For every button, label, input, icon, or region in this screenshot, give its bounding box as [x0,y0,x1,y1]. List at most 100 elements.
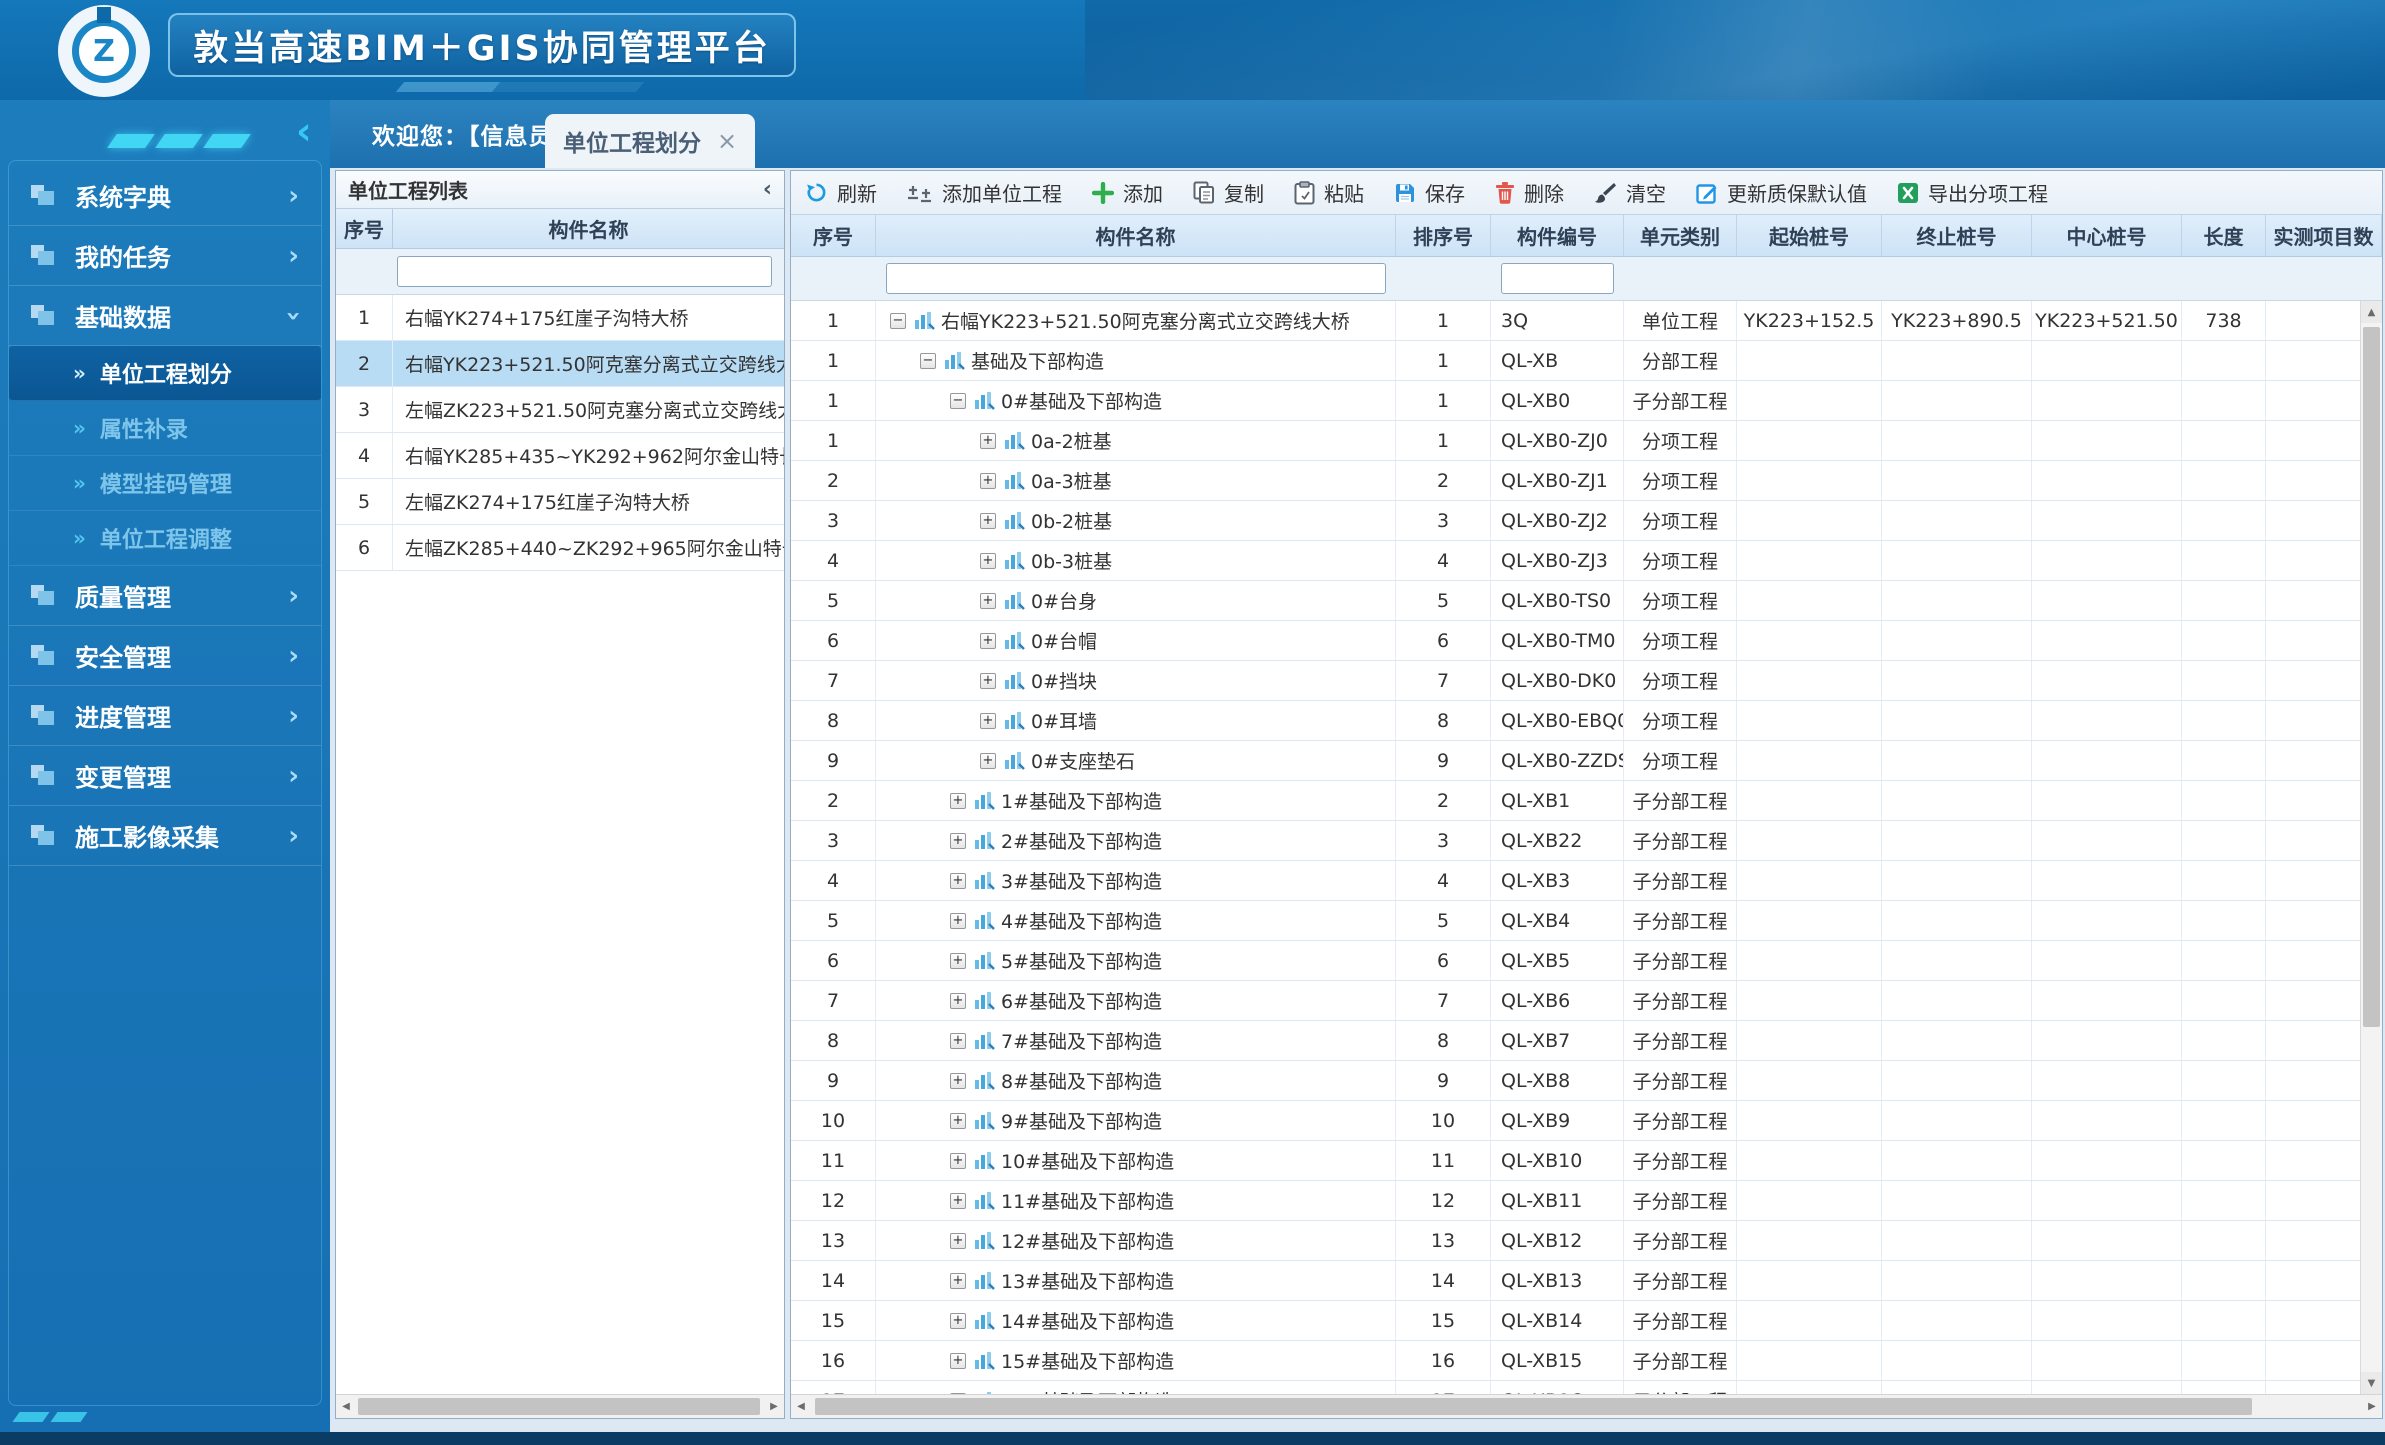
collapse-node-icon[interactable]: − [920,353,936,369]
tree-table-row[interactable]: 13+12#基础及下部构造13QL-XB12子分部工程 [791,1221,2382,1261]
sidebar-item-4[interactable]: 安全管理› [9,626,321,686]
sidebar-subitem-2-3[interactable]: »单位工程调整 [9,511,321,566]
tree-col-header-4[interactable]: 单元类别 [1624,215,1737,256]
expand-node-icon[interactable]: + [950,873,966,889]
tree-table-row[interactable]: 5+4#基础及下部构造5QL-XB4子分部工程 [791,901,2382,941]
tree-table-row[interactable]: 3+2#基础及下部构造3QL-XB22子分部工程 [791,821,2382,861]
tree-table-row[interactable]: 8+7#基础及下部构造8QL-XB7子分部工程 [791,1021,2382,1061]
vscroll-thumb[interactable] [2363,327,2380,1027]
tree-table-vscrollbar[interactable]: ▲ ▼ [2360,301,2382,1394]
collapse-node-icon[interactable]: − [950,393,966,409]
sidebar-subitem-2-2[interactable]: »模型挂码管理 [9,456,321,511]
expand-node-icon[interactable]: + [950,913,966,929]
toolbar-button-6[interactable]: 删除 [1495,178,1564,207]
tree-table-row[interactable]: 15+14#基础及下部构造15QL-XB14子分部工程 [791,1301,2382,1341]
toolbar-button-2[interactable]: 添加 [1092,178,1163,207]
toolbar-button-9[interactable]: 导出分项工程 [1897,178,2048,207]
sidebar-item-1[interactable]: 我的任务› [9,226,321,286]
expand-node-icon[interactable]: + [980,753,996,769]
tree-table-row[interactable]: 2+1#基础及下部构造2QL-XB1子分部工程 [791,781,2382,821]
tree-table-row[interactable]: 4+0b-3桩基4QL-XB0-ZJ3分项工程 [791,541,2382,581]
collapse-node-icon[interactable]: − [890,313,906,329]
expand-node-icon[interactable]: + [950,993,966,1009]
scroll-right-icon[interactable]: ▶ [764,1395,784,1418]
sidebar-item-7[interactable]: 施工影像采集› [9,806,321,866]
expand-node-icon[interactable]: + [950,1273,966,1289]
toolbar-button-5[interactable]: 保存 [1394,178,1465,207]
expand-node-icon[interactable]: + [980,633,996,649]
toolbar-button-0[interactable]: 刷新 [805,178,877,207]
sidebar-subitem-2-0[interactable]: »单位工程划分 [9,346,321,401]
hscroll-thumb[interactable] [358,1398,760,1415]
tree-col-header-6[interactable]: 终止桩号 [1882,215,2032,256]
scroll-down-icon[interactable]: ▼ [2361,1372,2382,1394]
sidebar-item-2[interactable]: 基础数据› [9,286,321,346]
toolbar-button-4[interactable]: 粘贴 [1294,178,1364,207]
tree-table-row[interactable]: 1−0#基础及下部构造1QL-XB0子分部工程 [791,381,2382,421]
unit-name-filter-input[interactable] [397,256,772,287]
sidebar-item-5[interactable]: 进度管理› [9,686,321,746]
toolbar-button-1[interactable]: 添加单位工程 [907,178,1062,207]
sidebar-item-6[interactable]: 变更管理› [9,746,321,806]
expand-node-icon[interactable]: + [950,953,966,969]
scroll-left-icon[interactable]: ◀ [336,1395,356,1418]
scroll-up-icon[interactable]: ▲ [2361,301,2382,323]
expand-node-icon[interactable]: + [980,473,996,489]
expand-node-icon[interactable]: + [950,833,966,849]
tree-table-row[interactable]: 4+3#基础及下部构造4QL-XB3子分部工程 [791,861,2382,901]
sidebar-collapse-icon[interactable]: ‹ [296,112,312,150]
panel-collapse-icon[interactable]: ‹ [763,177,772,202]
expand-node-icon[interactable]: + [980,713,996,729]
expand-node-icon[interactable]: + [980,553,996,569]
tree-code-filter-input[interactable] [1501,263,1614,294]
toolbar-button-8[interactable]: 更新质保默认值 [1696,178,1867,207]
expand-node-icon[interactable]: + [950,1073,966,1089]
tree-col-header-1[interactable]: 构件名称 [876,215,1396,256]
unit-list-row[interactable]: 4右幅YK285+435~YK292+962阿尔金山特长隧道 [336,433,784,479]
unit-list-row[interactable]: 2右幅YK223+521.50阿克塞分离式立交跨线大桥 [336,341,784,387]
tree-table-row[interactable]: 7+0#挡块7QL-XB0-DK0分项工程 [791,661,2382,701]
tree-table-row[interactable]: 16+15#基础及下部构造16QL-XB15子分部工程 [791,1341,2382,1381]
tree-table-row[interactable]: 8+0#耳墙8QL-XB0-EBQ0分项工程 [791,701,2382,741]
toolbar-button-3[interactable]: 复制 [1193,178,1264,207]
tab-unit-project-division[interactable]: 单位工程划分 × [545,114,755,168]
tab-close-icon[interactable]: × [717,129,737,153]
unit-list-row[interactable]: 1右幅YK274+175红崖子沟特大桥 [336,295,784,341]
tree-table-row[interactable]: 6+0#台帽6QL-XB0-TM0分项工程 [791,621,2382,661]
expand-node-icon[interactable]: + [950,1233,966,1249]
expand-node-icon[interactable]: + [950,1033,966,1049]
unit-list-hscrollbar[interactable]: ◀ ▶ [336,1394,784,1418]
tree-col-header-3[interactable]: 构件编号 [1491,215,1624,256]
expand-node-icon[interactable]: + [950,1313,966,1329]
tree-table-row[interactable]: 14+13#基础及下部构造14QL-XB13子分部工程 [791,1261,2382,1301]
tree-table-row[interactable]: 9+8#基础及下部构造9QL-XB8子分部工程 [791,1061,2382,1101]
tree-table-row[interactable]: 5+0#台身5QL-XB0-TS0分项工程 [791,581,2382,621]
sidebar-item-3[interactable]: 质量管理› [9,566,321,626]
scroll-left-icon[interactable]: ◀ [791,1395,811,1418]
expand-node-icon[interactable]: + [950,793,966,809]
tree-name-filter-input[interactable] [886,263,1386,294]
tree-table-row[interactable]: 12+11#基础及下部构造12QL-XB11子分部工程 [791,1181,2382,1221]
sidebar-subitem-2-1[interactable]: »属性补录 [9,401,321,456]
expand-node-icon[interactable]: + [950,1193,966,1209]
tree-table-row[interactable]: 3+0b-2桩基3QL-XB0-ZJ2分项工程 [791,501,2382,541]
tree-table-row[interactable]: 9+0#支座垫石9QL-XB0-ZZDS0分项工程 [791,741,2382,781]
unit-list-row[interactable]: 3左幅ZK223+521.50阿克塞分离式立交跨线大桥 [336,387,784,433]
sidebar-item-0[interactable]: 系统字典› [9,166,321,226]
tree-table-row[interactable]: 7+6#基础及下部构造7QL-XB6子分部工程 [791,981,2382,1021]
tree-table-row[interactable]: 1+0a-2桩基1QL-XB0-ZJ0分项工程 [791,421,2382,461]
tree-table-row[interactable]: 17+16#基础及下部构造17QL-XB16子分部工程 [791,1381,2382,1394]
unit-list-row[interactable]: 6左幅ZK285+440~ZK292+965阿尔金山特长隧道 [336,525,784,571]
tree-col-header-8[interactable]: 长度 [2182,215,2266,256]
expand-node-icon[interactable]: + [950,1153,966,1169]
expand-node-icon[interactable]: + [980,593,996,609]
toolbar-button-7[interactable]: 清空 [1594,178,1666,207]
tree-table-row[interactable]: 11+10#基础及下部构造11QL-XB10子分部工程 [791,1141,2382,1181]
tree-col-header-0[interactable]: 序号 [791,215,876,256]
hscroll-thumb[interactable] [815,1398,2252,1415]
expand-node-icon[interactable]: + [980,513,996,529]
expand-node-icon[interactable]: + [980,673,996,689]
tree-table-row[interactable]: 10+9#基础及下部构造10QL-XB9子分部工程 [791,1101,2382,1141]
scroll-right-icon[interactable]: ▶ [2362,1395,2382,1418]
expand-node-icon[interactable]: + [980,433,996,449]
